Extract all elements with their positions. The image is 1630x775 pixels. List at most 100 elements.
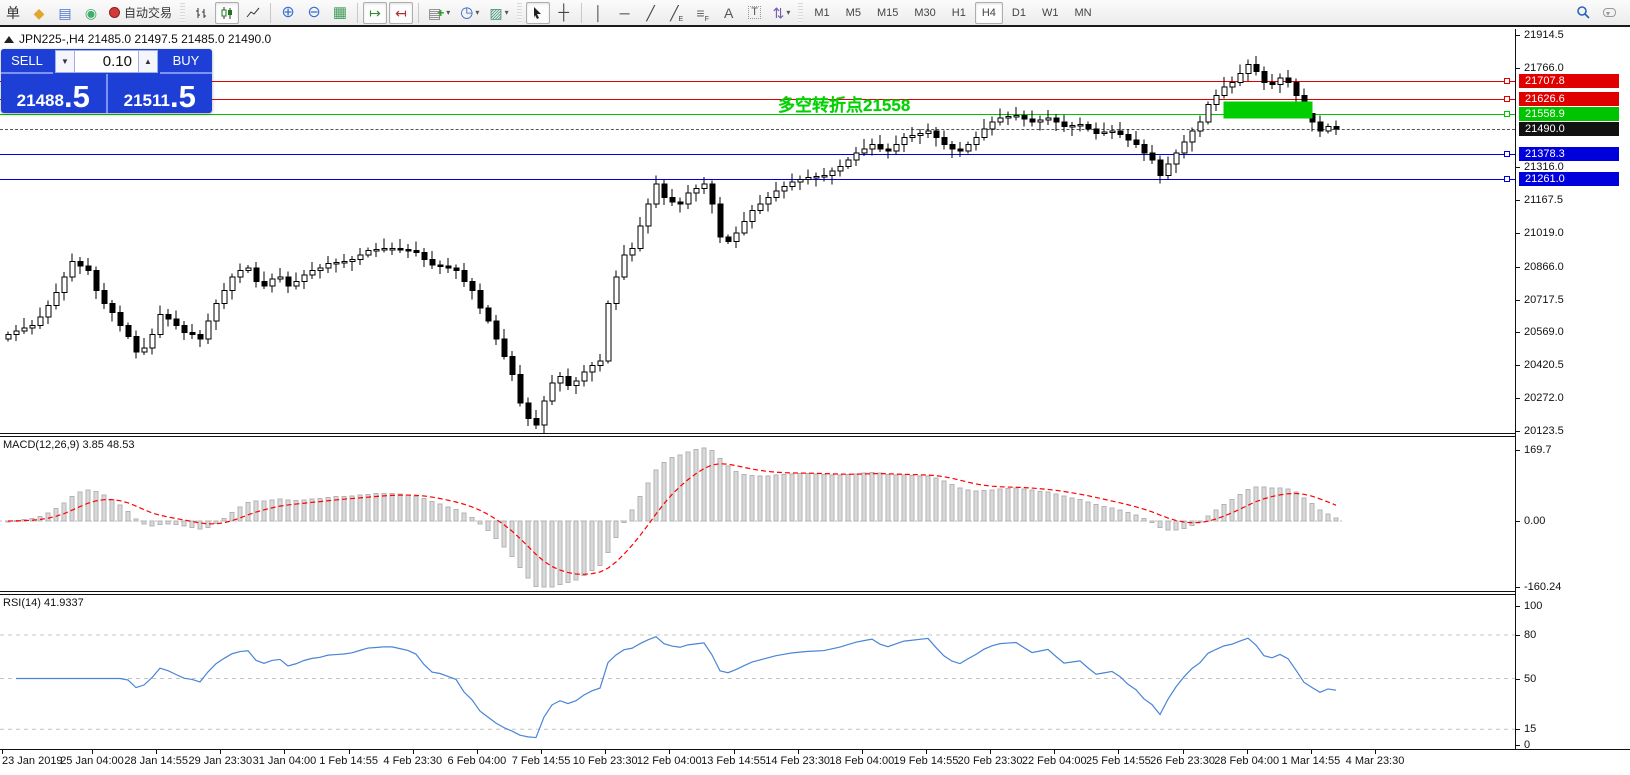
timeframes-bar: M1 M5 M15 M30 H1 H4 D1 W1 MN bbox=[806, 1, 1099, 24]
volume-down-button[interactable]: ▼ bbox=[55, 50, 75, 73]
zoom-in-icon[interactable]: ⊕ bbox=[276, 2, 300, 24]
line-handle[interactable] bbox=[1504, 111, 1510, 117]
price-label: 21167.5 bbox=[1524, 194, 1563, 206]
timeframe-m30[interactable]: M30 bbox=[907, 2, 942, 24]
text-icon[interactable]: A bbox=[717, 2, 741, 24]
time-tick bbox=[925, 750, 927, 754]
axis-tick bbox=[1516, 635, 1520, 636]
timeframe-w1[interactable]: W1 bbox=[1035, 2, 1066, 24]
axis-tick bbox=[1516, 729, 1520, 731]
line-handle[interactable] bbox=[1504, 176, 1510, 182]
axis-tick bbox=[1516, 365, 1520, 366]
arrows-icon[interactable]: ⇅ ▾ bbox=[769, 2, 795, 24]
template-button[interactable]: ▨ ▾ bbox=[485, 2, 512, 24]
channel-icon[interactable]: ╱ E bbox=[665, 2, 689, 24]
buy-price[interactable]: 21511 .5 bbox=[108, 74, 213, 113]
rsi-pane[interactable]: RSI(14) 41.9337 bbox=[0, 595, 1515, 749]
price-badge-21261.0: 21261.0 bbox=[1519, 172, 1619, 186]
buy-button[interactable]: BUY bbox=[160, 49, 212, 74]
time-tick bbox=[156, 750, 158, 754]
macd-pane[interactable]: MACD(12,26,9) 3.85 48.53 bbox=[0, 437, 1515, 591]
time-label: 22 Feb 04:00 bbox=[1021, 755, 1087, 767]
rsi-axis-label: 100 bbox=[1524, 600, 1543, 612]
timeframe-mn[interactable]: MN bbox=[1067, 2, 1098, 24]
time-label: 1 Mar 14:55 bbox=[1281, 755, 1341, 767]
toolbar-grip[interactable] bbox=[516, 2, 522, 23]
arrows-dropdown: ▾ bbox=[786, 8, 791, 17]
time-tick bbox=[476, 750, 478, 754]
price-badge-21378.3: 21378.3 bbox=[1519, 147, 1619, 161]
toolbar-grip[interactable] bbox=[798, 2, 804, 23]
time-tick bbox=[412, 750, 414, 754]
trendline-icon[interactable]: ╱ bbox=[639, 2, 663, 24]
tile-windows-icon[interactable]: ▦ bbox=[328, 2, 352, 24]
toolbar-grip[interactable] bbox=[180, 2, 186, 23]
periods-button[interactable]: ◷ ▾ bbox=[456, 2, 483, 24]
chat-icon[interactable] bbox=[1597, 2, 1621, 24]
one-click-trade-panel: SELL ▼ 0.10 ▲ BUY 21488 .5 21511 .5 bbox=[1, 49, 212, 113]
time-label: 25 Feb 14:55 bbox=[1085, 755, 1151, 767]
time-tick bbox=[92, 750, 93, 754]
axis-tick bbox=[1516, 449, 1520, 451]
sell-price[interactable]: 21488 .5 bbox=[1, 74, 108, 113]
new-order-button[interactable]: 单 bbox=[1, 2, 25, 24]
rsi-axis-label: 15 bbox=[1524, 723, 1537, 736]
price-label: 20717.5 bbox=[1524, 294, 1564, 306]
horizontal-line-icon[interactable]: ─ bbox=[613, 2, 637, 24]
main-price-pane[interactable]: JPN225-,H4 21485.0 21497.5 21485.0 21490… bbox=[0, 29, 1515, 433]
bar-chart-icon[interactable] bbox=[189, 2, 213, 24]
time-label: 13 Feb 14:55 bbox=[701, 755, 766, 767]
indicators-dropdown: ▾ bbox=[446, 8, 451, 17]
vertical-line-icon[interactable]: │ bbox=[587, 2, 611, 24]
axis-tick bbox=[1516, 398, 1520, 399]
line-handle[interactable] bbox=[1504, 96, 1510, 102]
price-axis[interactable]: 21914.5 21766.0 21316.0 21167.5 21019.0 20866… bbox=[1515, 29, 1630, 763]
cursor-icon[interactable] bbox=[525, 1, 550, 24]
search-icon[interactable] bbox=[1571, 2, 1595, 24]
timeframe-m15[interactable]: M15 bbox=[870, 2, 905, 24]
timeframe-m5[interactable]: M5 bbox=[839, 2, 868, 24]
crosshair-icon[interactable]: ┼ bbox=[552, 2, 576, 24]
signal-icon[interactable]: ◉ bbox=[79, 2, 103, 24]
macd-label: MACD(12,26,9) 3.85 48.53 bbox=[3, 439, 135, 451]
time-axis[interactable]: 23 Jan 2019 25 Jan 04:00 28 Jan 14:55 29 Ja… bbox=[0, 749, 1630, 775]
axis-tick bbox=[1516, 431, 1520, 432]
autoscroll-icon[interactable]: ↦ bbox=[363, 1, 388, 24]
line-chart-icon[interactable] bbox=[241, 2, 265, 24]
timeframe-m1[interactable]: M1 bbox=[807, 2, 836, 24]
macd-axis-label: 0.00 bbox=[1524, 515, 1546, 527]
text-label-icon[interactable]: T bbox=[743, 2, 767, 24]
time-label: 25 Jan 04:00 bbox=[60, 755, 124, 767]
axis-tick bbox=[1516, 68, 1520, 69]
macd-axis-label: -160.24 bbox=[1524, 581, 1562, 593]
toolbar: 单 ◆ ▤ ◉ 自动交易 ⊕ ⊖ ▦ ↦ ↤ ▤ + ▾ ◷ ▾ ▨ ▾ ┼ │… bbox=[0, 0, 1630, 27]
rsi-axis-label: 80 bbox=[1524, 629, 1537, 641]
axis-tick bbox=[1516, 587, 1520, 588]
time-label: 20 Feb 23:30 bbox=[957, 755, 1023, 767]
sell-button[interactable]: SELL bbox=[1, 49, 53, 74]
volume-up-button[interactable]: ▲ bbox=[138, 50, 158, 73]
autotrade-button[interactable]: 自动交易 bbox=[105, 2, 176, 24]
line-handle[interactable] bbox=[1504, 151, 1510, 157]
axis-tick bbox=[1516, 267, 1520, 268]
indicators-button[interactable]: ▤ + ▾ bbox=[424, 2, 454, 24]
axis-tick bbox=[1516, 606, 1520, 607]
time-tick bbox=[220, 750, 222, 754]
timeframe-h1[interactable]: H1 bbox=[945, 2, 973, 24]
data-window-icon[interactable]: ▤ bbox=[53, 2, 77, 24]
timeframe-d1[interactable]: D1 bbox=[1005, 2, 1033, 24]
fibonacci-icon[interactable]: ≡ F bbox=[691, 2, 715, 24]
pivot-annotation[interactable]: 多空转折点21558 bbox=[778, 91, 910, 116]
candlestick-chart-icon[interactable] bbox=[215, 1, 240, 24]
zoom-out-icon[interactable]: ⊖ bbox=[302, 2, 326, 24]
time-label: 10 Feb 23:30 bbox=[572, 755, 638, 767]
chart-shift-icon[interactable]: ↤ bbox=[389, 1, 414, 24]
rsi-label: RSI(14) 41.9337 bbox=[3, 597, 84, 609]
volume-input[interactable]: 0.10 bbox=[75, 50, 138, 73]
line-handle[interactable] bbox=[1504, 78, 1510, 84]
time-label: 7 Feb 14:55 bbox=[511, 755, 571, 767]
mt4-window: 单 ◆ ▤ ◉ 自动交易 ⊕ ⊖ ▦ ↦ ↤ ▤ + ▾ ◷ ▾ ▨ ▾ ┼ │… bbox=[0, 0, 1630, 775]
market-watch-icon[interactable]: ◆ bbox=[27, 2, 51, 24]
timeframe-h4[interactable]: H4 bbox=[974, 1, 1003, 24]
time-tick bbox=[284, 750, 286, 754]
